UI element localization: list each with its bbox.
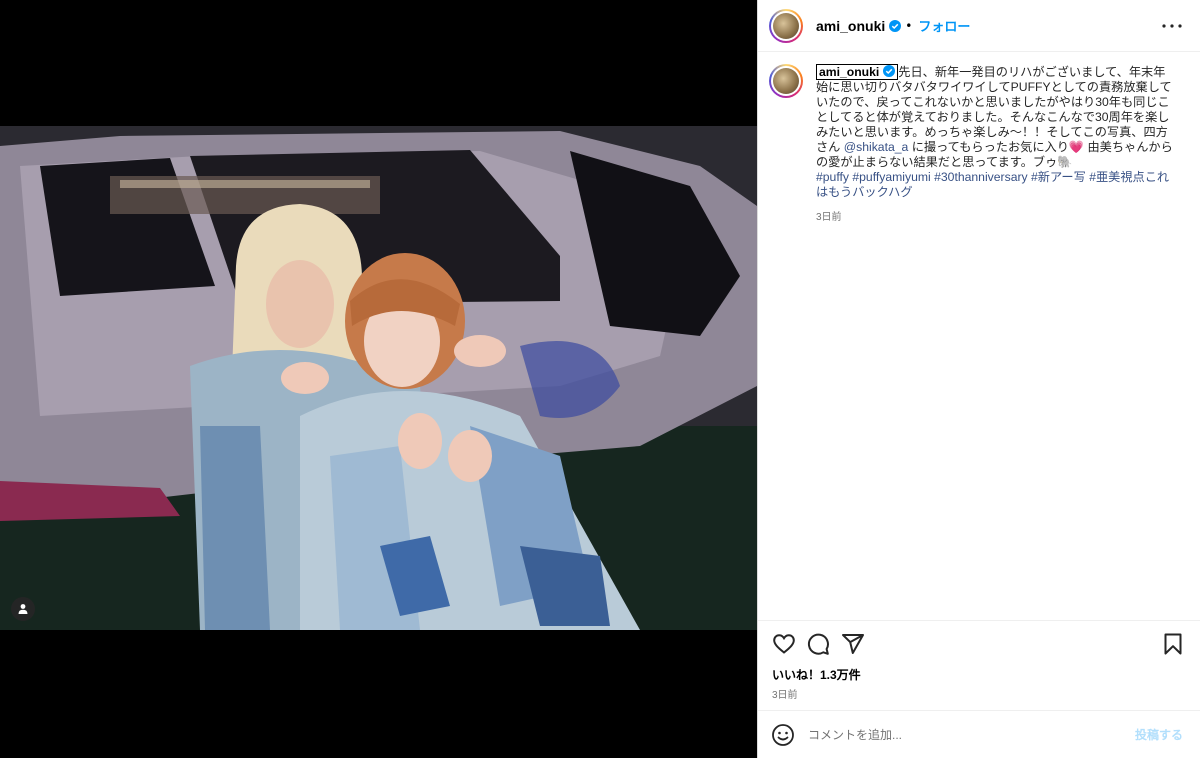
- hashtag-link[interactable]: #30thanniversary: [934, 170, 1028, 184]
- avatar-image: [773, 68, 799, 94]
- photo-illustration: [0, 126, 757, 630]
- caption-username-text[interactable]: ami_onuki: [819, 65, 879, 79]
- post-side-panel: ami_onuki • フォロー ami_onuki 先日、新年一発目のリハがござ…: [758, 0, 1200, 758]
- verified-badge-icon: [883, 65, 896, 77]
- avatar[interactable]: [769, 8, 803, 43]
- comment-bar: 投稿する: [758, 710, 1200, 758]
- caption-avatar[interactable]: [769, 64, 803, 98]
- comment-input[interactable]: [808, 727, 1108, 742]
- caption-text: ami_onuki 先日、新年一発目のリハがございまして、年末年始に思い切りバタバ…: [816, 64, 1176, 200]
- heart-icon[interactable]: [772, 632, 796, 656]
- comment-icon[interactable]: [806, 632, 830, 656]
- bookmark-icon[interactable]: [1161, 632, 1185, 656]
- post-media: [0, 0, 757, 758]
- follow-button[interactable]: フォロー: [918, 16, 970, 35]
- avatar-ring: [771, 66, 801, 96]
- user-tag-icon: [18, 604, 28, 614]
- more-options-icon: [1162, 24, 1182, 28]
- post-photo[interactable]: [0, 126, 757, 630]
- avatar-ring: [771, 10, 801, 41]
- header-username[interactable]: ami_onuki: [816, 18, 885, 34]
- like-count[interactable]: いいね！1.3万件: [772, 666, 861, 683]
- more-options-button[interactable]: [1160, 14, 1184, 38]
- caption-section: ami_onuki 先日、新年一発目のリハがございまして、年末年始に思い切りバタバ…: [769, 64, 1189, 223]
- action-bar: [758, 620, 1200, 666]
- hashtag-link[interactable]: #puffyamiyumi: [852, 170, 930, 184]
- caption-body: ami_onuki 先日、新年一発目のリハがございまして、年末年始に思い切りバタバ…: [816, 64, 1176, 223]
- caption-username[interactable]: ami_onuki: [816, 64, 899, 80]
- user-tag-button[interactable]: [11, 597, 35, 621]
- caption-timestamp[interactable]: 3日前: [816, 208, 1176, 223]
- verified-badge-icon: [889, 19, 902, 32]
- hashtag-link[interactable]: #新アー写: [1031, 170, 1086, 184]
- share-icon[interactable]: [841, 632, 865, 656]
- hashtag-link[interactable]: #puffy: [816, 170, 849, 184]
- mention-link[interactable]: @shikata_a: [844, 140, 909, 154]
- post-header: ami_onuki • フォロー: [758, 0, 1200, 52]
- post-comment-button[interactable]: 投稿する: [1135, 726, 1183, 743]
- emoji-icon[interactable]: [771, 723, 795, 747]
- separator-dot: •: [905, 18, 913, 33]
- avatar-image: [773, 12, 799, 39]
- post-timestamp[interactable]: 3日前: [772, 686, 798, 701]
